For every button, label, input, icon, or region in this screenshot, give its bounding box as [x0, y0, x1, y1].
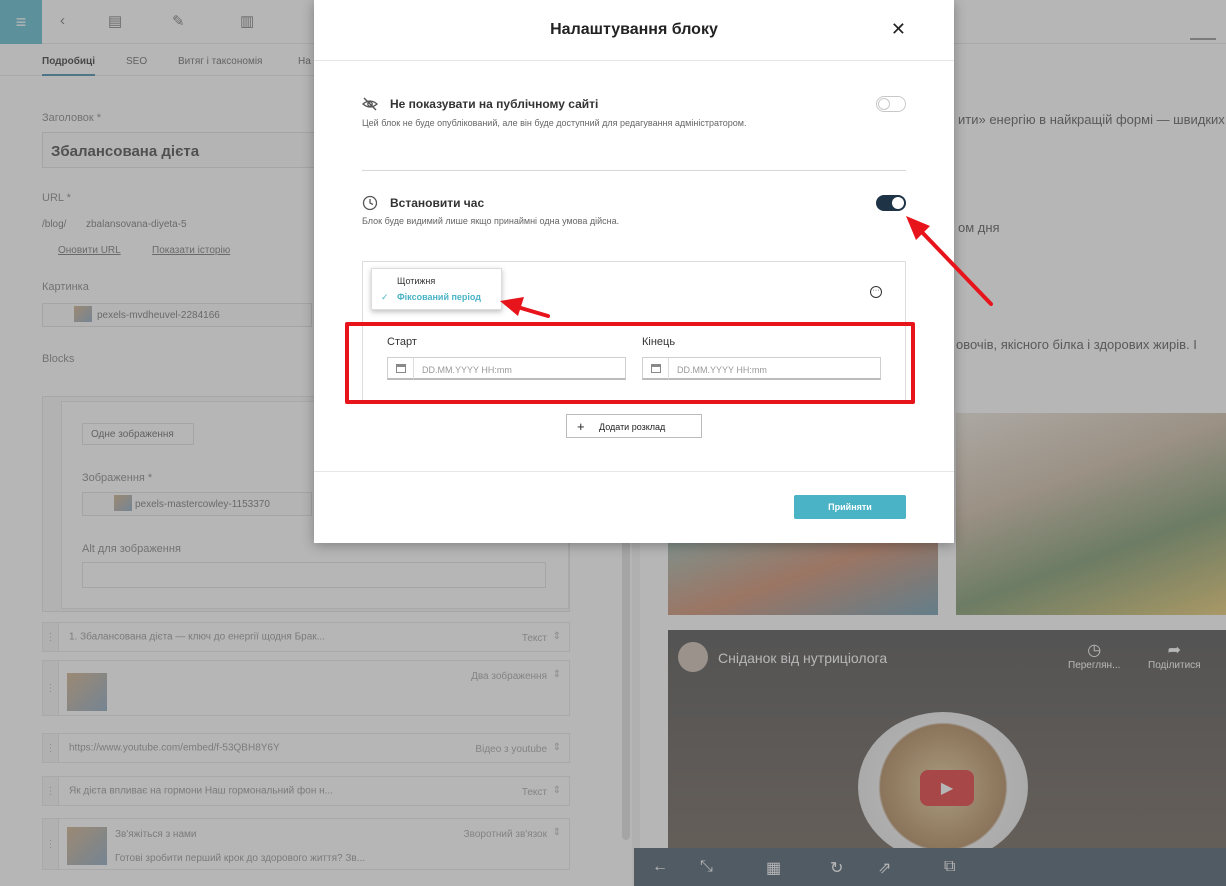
annotation-arrows [500, 216, 993, 318]
arrow-to-dropdown [500, 297, 550, 318]
arrow-to-time-toggle [906, 216, 993, 306]
